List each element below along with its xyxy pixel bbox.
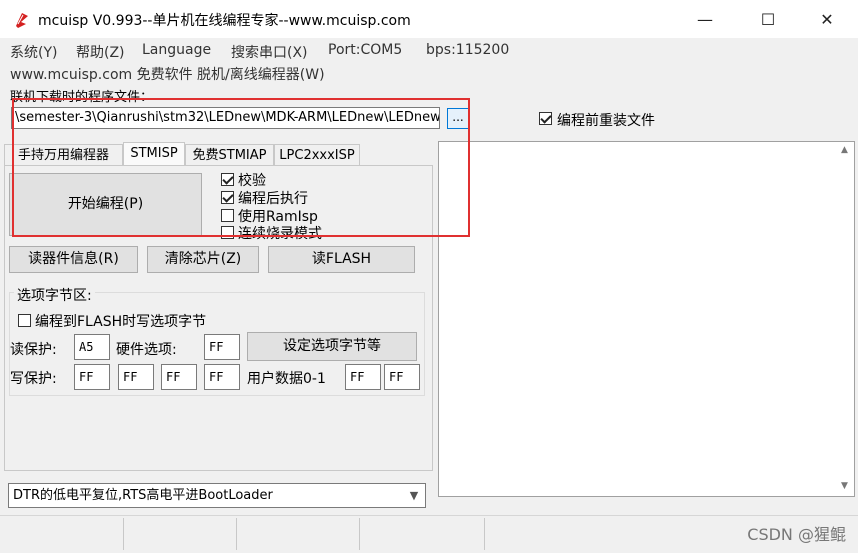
menu-system[interactable]: 系统(Y) [10,42,57,62]
tab-stmisp[interactable]: STMISP [123,142,185,166]
user-data-input-0[interactable]: FF [345,364,381,390]
reload-before-program-checkbox[interactable] [539,112,552,125]
status-segment [236,518,360,550]
read-device-info-button[interactable]: 读器件信息(R) [9,246,138,273]
write-option-bytes-label: 编程到FLASH时写选项字节 [35,314,207,330]
window-title: mcuisp V0.993--单片机在线编程专家--www.mcuisp.com [38,13,411,29]
set-option-bytes-button[interactable]: 设定选项字节等 [247,332,417,361]
file-path-input[interactable]: \semester-3\Qianrushi\stm32\LEDnew\MDK-A… [11,107,440,129]
run-after-program-checkbox[interactable] [221,191,234,204]
reload-before-program-label: 编程前重装文件 [557,113,655,129]
scroll-up-icon[interactable]: ▲ [836,142,853,159]
status-segment [123,518,237,550]
scroll-down-icon[interactable]: ▼ [836,478,853,495]
close-button[interactable]: ✕ [804,0,850,38]
tab-handheld-programmer[interactable]: 手持万用编程器 [4,144,123,166]
chevron-down-icon[interactable]: ▼ [404,484,424,507]
menu-search-port[interactable]: 搜索串口(X) [231,42,308,62]
status-segment [0,518,124,550]
user-data-input-1[interactable]: FF [384,364,420,390]
user-data-label: 用户数据0-1 [247,371,326,387]
erase-chip-button[interactable]: 清除芯片(Z) [147,246,259,273]
read-protect-label: 读保护: [10,342,57,358]
menu-language[interactable]: Language [142,42,211,58]
menu-port[interactable]: Port:COM5 [328,42,402,58]
maximize-button[interactable]: ☐ [745,0,791,38]
verify-label: 校验 [238,173,266,189]
continuous-burn-label: 连续烧录模式 [238,226,322,242]
continuous-burn-checkbox[interactable] [221,226,234,239]
option-bytes-title: 选项字节区: [14,285,95,305]
file-label: 联机下载时的程序文件： [10,90,154,105]
menu-bar: 系统(Y) 帮助(Z) Language 搜索串口(X) Port:COM5 b… [0,38,858,64]
read-flash-button[interactable]: 读FLASH [268,246,415,273]
hw-option-input[interactable]: FF [204,334,240,360]
write-option-bytes-checkbox[interactable] [18,314,31,327]
app-logo-icon [16,13,28,28]
start-program-button[interactable]: 开始编程(P) [9,173,202,236]
write-protect-label: 写保护: [10,371,57,387]
browse-button[interactable]: ... [447,108,469,129]
write-protect-input-2[interactable]: FF [161,364,197,390]
menu-help[interactable]: 帮助(Z) [76,42,125,62]
menu-offline-programmer[interactable]: www.mcuisp.com 免费软件 脱机/离线编程器(W) [10,64,325,84]
watermark-text: CSDN @猩鲲 [747,525,846,544]
menu-bps[interactable]: bps:115200 [426,42,509,58]
run-after-program-label: 编程后执行 [238,191,308,207]
tab-lpc2xxxisp[interactable]: LPC2xxxISP [274,144,360,166]
write-protect-input-3[interactable]: FF [204,364,240,390]
minimize-button[interactable]: — [682,0,728,38]
read-protect-input[interactable]: A5 [74,334,110,360]
verify-checkbox[interactable] [221,173,234,186]
write-protect-input-0[interactable]: FF [74,364,110,390]
log-output[interactable] [438,141,855,497]
tab-free-stmiap[interactable]: 免费STMIAP [185,144,274,166]
write-protect-input-1[interactable]: FF [118,364,154,390]
use-ramisp-checkbox[interactable] [221,209,234,222]
boot-mode-select[interactable]: DTR的低电平复位,RTS高电平进BootLoader [8,483,426,508]
status-segment [359,518,485,550]
hw-option-label: 硬件选项: [116,342,177,358]
